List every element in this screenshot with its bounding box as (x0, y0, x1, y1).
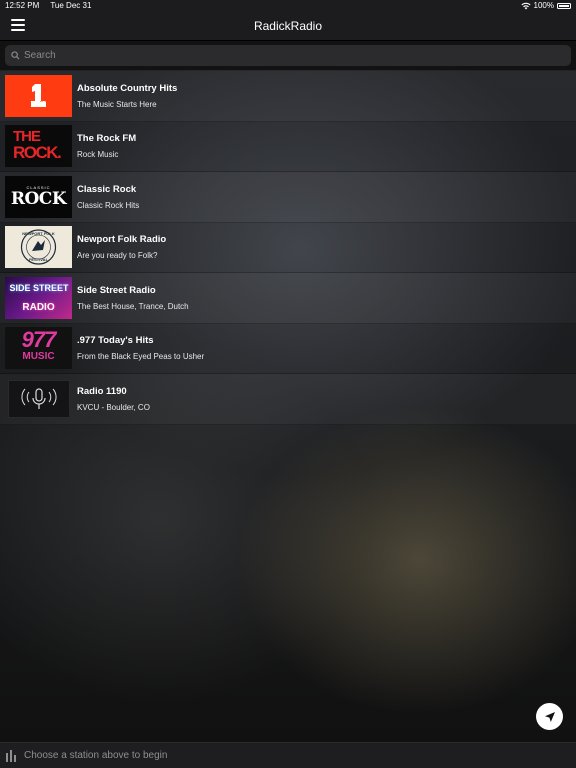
logo-fm-text: .FM (40, 97, 49, 104)
search-box[interactable] (5, 45, 571, 66)
station-logo: 977 MUSIC (5, 327, 72, 370)
page-title: RadickRadio (253, 19, 323, 33)
logo-text-music: MUSIC (22, 351, 55, 363)
station-list: RADIO .FM Absolute Country Hits The Musi… (0, 71, 576, 425)
station-logo: THE ROCK. (5, 125, 72, 168)
station-description: From the Black Eyed Peas to Usher (77, 352, 205, 362)
station-description: Classic Rock Hits (77, 200, 140, 210)
status-bar: 12:52 PM Tue Dec 31 100% (0, 0, 576, 12)
location-arrow-icon (544, 711, 555, 722)
menu-icon[interactable] (11, 19, 25, 31)
battery-icon (557, 3, 571, 9)
search-input[interactable] (24, 50, 524, 61)
logo-text-newport: NEWPORT FOLK (22, 231, 55, 237)
station-logo: CLASSIC ROCK (5, 175, 72, 218)
status-date: Tue Dec 31 (50, 1, 92, 10)
station-row-977-todays-hits[interactable]: 977 MUSIC .977 Today's Hits From the Bla… (0, 324, 576, 374)
station-row-the-rock-fm[interactable]: THE ROCK. The Rock FM Rock Music (0, 122, 576, 172)
logo-text-977: 977 (21, 327, 57, 353)
station-name: Absolute Country Hits (77, 82, 178, 94)
logo-text-rock: ROCK (10, 188, 67, 209)
station-description: Are you ready to Folk? (77, 251, 158, 261)
station-logo: NEWPORT FOLK FESTIVAL (5, 226, 72, 269)
station-description: The Music Starts Here (77, 99, 157, 109)
station-row-radio-1190[interactable]: Radio 1190 KVCU - Boulder, CO (0, 374, 576, 425)
logo-text-rock: ROCK. (13, 143, 62, 163)
station-name: Radio 1190 (77, 385, 127, 397)
player-prompt: Choose a station above to begin (24, 750, 168, 761)
wifi-icon (520, 2, 531, 10)
logo-text-side-street: SIDE STREET (9, 282, 69, 293)
search-icon (11, 51, 20, 60)
station-logo: RADIO .FM (5, 74, 72, 117)
station-logo: SIDE STREET RADIO (5, 276, 72, 319)
status-time: 12:52 PM (5, 1, 40, 10)
player-bar[interactable]: Choose a station above to begin (0, 742, 576, 768)
station-name: The Rock FM (77, 133, 137, 145)
logo-text-radio: RADIO (22, 301, 55, 313)
station-row-newport-folk-radio[interactable]: NEWPORT FOLK FESTIVAL Newport Folk Radio… (0, 223, 576, 273)
logo-text-festival: FESTIVAL (28, 257, 49, 263)
station-name: Classic Rock (77, 183, 137, 195)
equalizer-icon (6, 749, 16, 762)
station-description: KVCU - Boulder, CO (77, 402, 150, 412)
station-description: The Best House, Trance, Dutch (77, 301, 189, 311)
station-description: Rock Music (77, 150, 119, 160)
station-name: Newport Folk Radio (77, 234, 167, 246)
battery-percent: 100% (533, 1, 554, 10)
station-logo (5, 378, 72, 420)
station-row-absolute-country-hits[interactable]: RADIO .FM Absolute Country Hits The Musi… (0, 71, 576, 122)
locate-button[interactable] (536, 703, 563, 730)
station-row-side-street-radio[interactable]: SIDE STREET RADIO Side Street Radio The … (0, 273, 576, 324)
microphone-icon (21, 388, 57, 409)
station-row-classic-rock[interactable]: CLASSIC ROCK Classic Rock Classic Rock H… (0, 172, 576, 223)
nav-bar: RadickRadio (0, 12, 576, 41)
search-bar (0, 41, 576, 70)
station-name: Side Street Radio (77, 284, 156, 296)
station-name: .977 Today's Hits (77, 335, 154, 347)
